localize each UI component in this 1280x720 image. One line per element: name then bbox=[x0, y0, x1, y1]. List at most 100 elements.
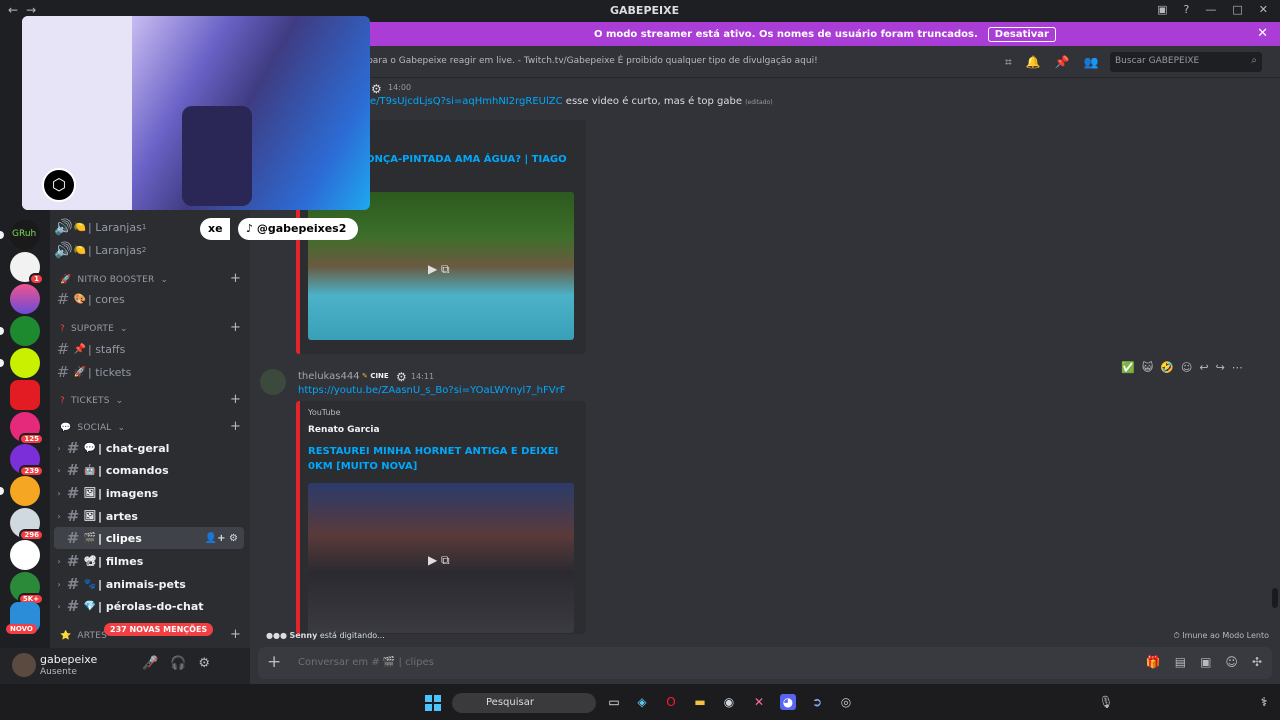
channel-animais-pets[interactable]: › # 🐾 | animais-pets bbox=[54, 573, 244, 595]
bell-icon[interactable]: 🔔 bbox=[1026, 55, 1041, 70]
back-icon[interactable]: ← bbox=[8, 3, 26, 17]
message-author[interactable]: thelukas444 bbox=[298, 371, 360, 382]
hash-icon: # bbox=[66, 529, 80, 547]
apps-icon[interactable]: ✣ bbox=[1252, 655, 1262, 669]
server-icon[interactable] bbox=[10, 316, 40, 346]
channel-clipes[interactable]: # 🎬 | clipes 👤+ ⚙ bbox=[54, 527, 244, 549]
server-icon[interactable] bbox=[10, 348, 40, 378]
embed-title[interactable]: ONÇA-PINTADA AMA ÁGUA? | TIAGO bbox=[366, 154, 567, 165]
channel-perolas-do-chat[interactable]: › # 💎 | pérolas-do-chat bbox=[54, 595, 244, 617]
emoji-icon[interactable]: ☺ bbox=[1225, 655, 1238, 669]
scrollbar[interactable] bbox=[1272, 588, 1278, 608]
new-badge[interactable]: NOVO bbox=[6, 624, 37, 634]
maximize-icon[interactable]: □ bbox=[1232, 3, 1242, 16]
discord-icon[interactable]: ◕ bbox=[780, 694, 796, 710]
headphones-icon[interactable]: 🎧 bbox=[170, 656, 186, 671]
minimize-icon[interactable]: — bbox=[1205, 3, 1216, 16]
close-window-icon[interactable]: ✕ bbox=[1259, 3, 1268, 16]
channel-settings-icon[interactable]: 👤+ ⚙ bbox=[205, 533, 238, 544]
server-icon[interactable] bbox=[10, 476, 40, 506]
voice-channel-laranjas-2[interactable]: 🔊 🍋 | Laranjas 2 bbox=[54, 239, 244, 261]
message-input[interactable]: Conversar em # 🎬 | clipes bbox=[298, 657, 434, 668]
pin-icon[interactable]: 📌 bbox=[1055, 55, 1070, 70]
threads-icon[interactable]: ⌗ bbox=[1005, 55, 1012, 70]
server-icon[interactable] bbox=[10, 540, 40, 570]
attach-icon[interactable]: + bbox=[267, 652, 281, 672]
emoji-reaction-icon[interactable]: 😺 bbox=[1142, 361, 1153, 374]
video-thumbnail[interactable]: ▶ ⧉ bbox=[308, 192, 574, 340]
sticker-icon[interactable]: ▣ bbox=[1200, 655, 1211, 669]
category-tickets[interactable]: ? TICKETS ⌄ + bbox=[60, 392, 241, 407]
username[interactable]: gabepeixe bbox=[40, 653, 97, 666]
server-icon[interactable] bbox=[10, 284, 40, 314]
message-composer[interactable]: + Conversar em # 🎬 | clipes 🎁 ▤ ▣ ☺ ✣ bbox=[258, 647, 1272, 679]
add-reaction-icon[interactable]: ☺ bbox=[1181, 361, 1192, 374]
server-icon[interactable]: 125 bbox=[10, 412, 44, 445]
embed-title[interactable]: RESTAUREI MINHA HORNET ANTIGA E DEIXEI 0… bbox=[308, 444, 568, 474]
windows-start-icon[interactable] bbox=[425, 695, 441, 711]
channel-imagens[interactable]: › # 🖼 | imagens bbox=[54, 482, 244, 504]
category-artes[interactable]: ⭐ ARTES + bbox=[60, 627, 241, 642]
taskbar-search[interactable]: Pesquisar bbox=[452, 693, 596, 713]
add-channel-icon[interactable]: + bbox=[230, 392, 241, 407]
video-thumbnail[interactable]: ▶ ⧉ bbox=[308, 483, 574, 633]
mic-muted-icon[interactable]: 🎤̸ bbox=[142, 656, 158, 671]
add-channel-icon[interactable]: + bbox=[230, 320, 241, 335]
gear-icon[interactable]: ⚙ bbox=[198, 656, 210, 671]
embed-author[interactable]: Renato Garcia bbox=[308, 425, 380, 435]
inbox-icon[interactable]: ▣ bbox=[1157, 3, 1167, 16]
server-icon[interactable]: 5K+ bbox=[10, 572, 44, 605]
message-link[interactable]: https://youtu.be/ZAasnU_s_Bo?si=YOaLWYny… bbox=[298, 385, 565, 396]
task-view-icon[interactable]: ▭ bbox=[606, 694, 622, 710]
category-social[interactable]: 💬 SOCIAL ⌄ + bbox=[60, 419, 241, 434]
channel-filmes[interactable]: › # 📽 | filmes bbox=[54, 550, 244, 572]
add-channel-icon[interactable]: + bbox=[230, 271, 241, 286]
gift-icon[interactable]: 🎁 bbox=[1146, 655, 1161, 669]
server-icon[interactable]: 1 bbox=[10, 252, 44, 285]
channel-artes[interactable]: › # 🖼 | artes bbox=[54, 505, 244, 527]
channel-staffs[interactable]: # 📌 | staffs bbox=[54, 338, 244, 360]
copilot-icon[interactable]: ◈ bbox=[634, 694, 650, 710]
add-channel-icon[interactable]: + bbox=[230, 419, 241, 434]
file-explorer-icon[interactable]: ▬ bbox=[692, 694, 708, 710]
laugh-reaction-icon[interactable]: 🤣 bbox=[1160, 361, 1174, 374]
more-icon[interactable]: ⋯ bbox=[1232, 361, 1243, 374]
tray-icon[interactable]: ⚕ bbox=[1256, 694, 1272, 710]
microphone-icon[interactable]: 🎙 bbox=[1098, 694, 1114, 710]
obs-icon[interactable]: ◎ bbox=[838, 694, 854, 710]
channel-comandos[interactable]: › # 🤖 | comandos bbox=[54, 459, 244, 481]
play-icon[interactable]: ▶ ⧉ bbox=[428, 553, 450, 568]
app-icon[interactable]: ✕ bbox=[751, 694, 767, 710]
opera-icon[interactable]: O bbox=[663, 694, 679, 710]
avatar[interactable] bbox=[12, 653, 36, 677]
reply-icon[interactable]: ↩ bbox=[1199, 361, 1208, 374]
server-icon[interactable]: 239 bbox=[10, 444, 44, 477]
category-nitro-booster[interactable]: 🚀 NITRO BOOSTER ⌄ + bbox=[60, 271, 241, 286]
app-icon[interactable]: ➲ bbox=[809, 694, 825, 710]
help-icon[interactable]: ? bbox=[1184, 3, 1190, 16]
server-icon[interactable] bbox=[10, 380, 40, 410]
search-input[interactable]: Buscar GABEPEIXE ⌕ bbox=[1110, 52, 1262, 72]
server-icon[interactable]: 296 bbox=[10, 508, 44, 541]
message-link[interactable]: e/T9sUjcdLjsQ?si=aqHmhNI2rgREUlZC bbox=[370, 96, 563, 107]
add-channel-icon[interactable]: + bbox=[230, 627, 241, 642]
forward-icon[interactable]: ↪ bbox=[1216, 361, 1225, 374]
play-icon[interactable]: ▶ ⧉ bbox=[428, 262, 450, 277]
disable-streamer-button[interactable]: Desativar bbox=[987, 26, 1056, 42]
forward-icon[interactable]: → bbox=[26, 3, 44, 17]
server-icon[interactable]: GRuh bbox=[10, 220, 40, 250]
hash-icon: # bbox=[56, 290, 70, 308]
check-reaction-icon[interactable]: ✅ bbox=[1121, 361, 1135, 374]
close-banner-icon[interactable]: ✕ bbox=[1257, 26, 1268, 41]
members-icon[interactable]: 👥 bbox=[1084, 55, 1099, 70]
avatar[interactable] bbox=[260, 369, 286, 395]
tiktok-icon: ♪ bbox=[246, 222, 254, 235]
gif-icon[interactable]: ▤ bbox=[1175, 655, 1186, 669]
steam-icon[interactable]: ◉ bbox=[721, 694, 737, 710]
channel-chat-geral[interactable]: › # 💬 | chat-geral bbox=[54, 437, 244, 459]
new-mentions-pill[interactable]: 237 NOVAS MENÇÕES bbox=[104, 623, 214, 636]
channel-tickets[interactable]: # 🚀 | tickets bbox=[54, 361, 244, 383]
channel-cores[interactable]: # 🎨 | cores bbox=[54, 288, 244, 310]
nav-arrows[interactable]: ←→ bbox=[8, 3, 44, 17]
category-suporte[interactable]: ? SUPORTE ⌄ + bbox=[60, 320, 241, 335]
